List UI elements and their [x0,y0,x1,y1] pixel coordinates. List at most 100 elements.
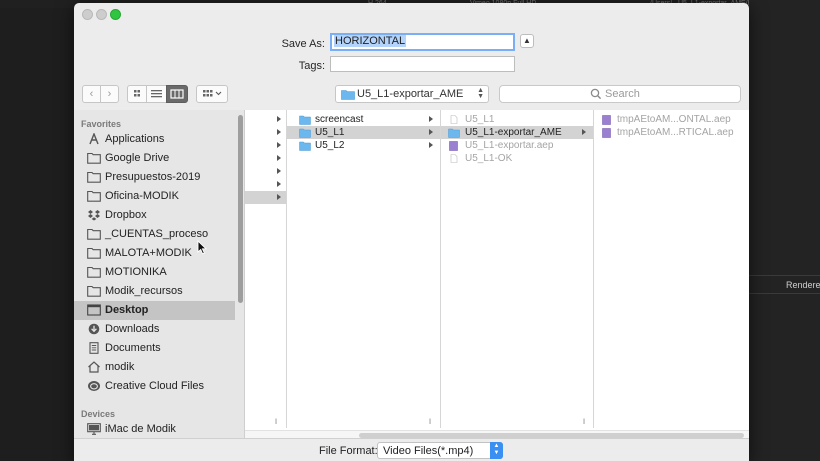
sidebar-item-creative-cloud[interactable]: Creative Cloud Files [74,377,235,396]
path-popup[interactable]: U5_L1-exportar_AME ▲ ▼ [335,85,489,103]
sidebar-item-label: Downloads [105,323,160,335]
save-as-input[interactable]: HORIZONTAL [330,33,515,51]
search-placeholder: Search [605,88,640,100]
horizontal-scrollbar[interactable] [245,430,749,438]
expand-dialog-button[interactable]: ▲ [520,34,534,48]
sidebar-item-cuentas[interactable]: _CUENTAS_proceso [74,225,235,244]
disclosure-arrow-icon [429,129,433,135]
list-item[interactable] [245,178,286,191]
icon-view-button[interactable] [127,85,147,103]
folder-icon [87,266,101,278]
sidebar-item-applications[interactable]: Applications [74,130,235,149]
aep-file-icon [602,115,611,125]
aep-file-icon [449,141,458,151]
creative-cloud-icon [88,381,100,391]
list-item[interactable]: U5_L2 [287,139,440,152]
item-name: U5_L1-exportar.aep [465,140,554,151]
browser-column-2: screencast U5_L1 U5_L2 ll [287,110,441,428]
sidebar-item-documents[interactable]: Documents [74,339,235,358]
sidebar-item-presupuestos[interactable]: Presupuestos-2019 [74,168,235,187]
sidebar-item-desktop[interactable]: Desktop [74,301,235,320]
sidebar-item-label: MOTIONIKA [105,266,167,278]
sidebar-item-malota[interactable]: MALOTA+MODIK [74,244,235,263]
group-by-button[interactable] [196,85,228,103]
sidebar-item-oficina[interactable]: Oficina-MODIK [74,187,235,206]
disclosure-arrow-icon [277,194,281,200]
applications-icon [89,133,99,145]
chevron-right-icon: › [107,88,112,100]
tags-input[interactable] [330,56,515,72]
chevron-up-icon: ▲ [523,36,531,45]
close-window-button[interactable] [82,9,93,20]
up-down-chevron-icon: ▲ ▼ [477,87,484,100]
columns-icon [170,89,184,99]
column-view-button[interactable] [166,85,188,103]
disclosure-arrow-icon [429,116,433,122]
bg-divider [749,293,820,294]
column-resize-grip[interactable]: ll [275,419,277,426]
sidebar-item-label: MALOTA+MODIK [105,247,192,259]
up-down-chevron-icon: ▲ ▼ [490,442,503,459]
list-item: U5_L1-OK [441,152,593,165]
folder-icon [299,128,311,138]
file-icon [450,154,458,163]
save-dialog: Save As: HORIZONTAL ▲ Tags: ‹ › U5_L1-ex… [74,3,749,461]
documents-icon [89,342,99,354]
sidebar-item-modik-recursos[interactable]: Modik_recursos [74,282,235,301]
disclosure-arrow-icon [277,129,281,135]
forward-button[interactable]: › [100,85,119,103]
sidebar-item-label: iMac de Modik [105,423,176,435]
dropbox-icon [88,210,100,221]
sidebar-item-label: Documents [105,342,161,354]
folder-icon [87,190,101,202]
list-item-selected[interactable] [245,191,286,204]
item-name: U5_L1 [315,127,345,138]
column-resize-grip[interactable]: ll [429,419,431,426]
sidebar-item-label: Presupuestos-2019 [105,171,201,183]
list-item[interactable] [245,152,286,165]
list-item[interactable] [245,113,286,126]
aep-file-icon [602,128,611,138]
folder-icon [87,247,101,259]
devices-header: Devices [81,409,116,419]
list-item[interactable]: screencast [287,113,440,126]
sidebar-item-label: Google Drive [105,152,170,164]
disclosure-arrow-icon [277,155,281,161]
path-folder-name: U5_L1-exportar_AME [357,88,464,100]
list-view-button[interactable] [146,85,167,103]
file-format-value: Video Files(*.mp4) [383,445,474,457]
folder-icon [87,228,101,240]
sidebar: Favorites Applications Google Drive Pres… [74,110,245,438]
sidebar-item-downloads[interactable]: Downloads [74,320,235,339]
sidebar-item-label: Creative Cloud Files [105,380,205,392]
downloads-icon [88,323,100,335]
column-resize-grip[interactable]: ll [583,419,585,426]
search-field[interactable]: Search [499,85,741,103]
list-item-selected[interactable]: U5_L1 [287,126,440,139]
sidebar-item-label: _CUENTAS_proceso [105,228,209,240]
sidebar-scrollbar[interactable] [238,115,243,303]
minimize-window-button[interactable] [96,9,107,20]
group-by-icon [203,90,222,97]
chevron-left-icon: ‹ [89,88,94,100]
sidebar-item-motionika[interactable]: MOTIONIKA [74,263,235,282]
list-item[interactable] [245,165,286,178]
file-format-select[interactable]: Video Files(*.mp4) ▲ ▼ [377,442,503,459]
item-name: U5_L1 [465,114,495,125]
list-item-selected[interactable]: U5_L1-exportar_AME [441,126,593,139]
zoom-window-button[interactable] [110,9,121,20]
list-item[interactable] [245,139,286,152]
item-name: U5_L1-exportar_AME [465,127,562,138]
back-button[interactable]: ‹ [82,85,101,103]
disclosure-arrow-icon [277,116,281,122]
item-name: U5_L2 [315,140,345,151]
sidebar-item-google-drive[interactable]: Google Drive [74,149,235,168]
sidebar-item-label: Applications [105,133,165,145]
list-item[interactable] [245,126,286,139]
sidebar-item-dropbox[interactable]: Dropbox [74,206,235,225]
sidebar-item-modik[interactable]: modik [74,358,235,377]
sidebar-item-imac[interactable]: iMac de Modik [74,420,235,438]
disclosure-arrow-icon [277,168,281,174]
background-app-left [0,0,74,461]
favorites-header: Favorites [81,119,122,129]
